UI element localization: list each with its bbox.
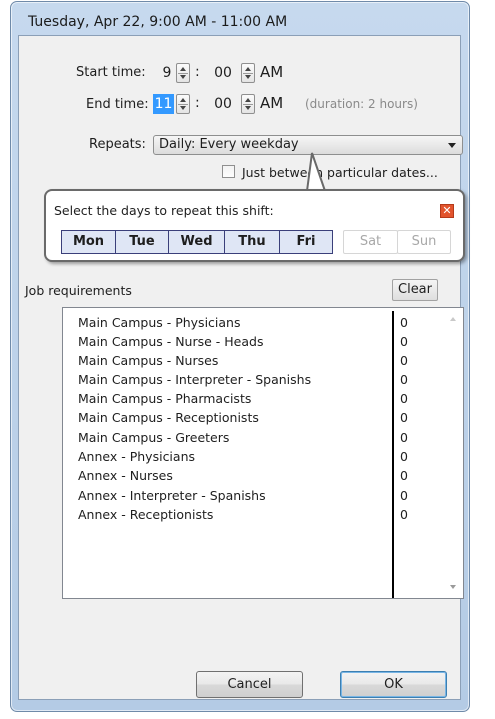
chevron-down-icon xyxy=(448,143,456,148)
list-item[interactable]: Annex - Interpreter - Spanishs 0 xyxy=(78,486,408,505)
start-minute-field[interactable]: 00 xyxy=(211,63,235,83)
list-item[interactable]: Main Campus - Pharmacists 0 xyxy=(78,389,408,408)
end-ampm[interactable]: AM xyxy=(260,94,283,112)
day-thu[interactable]: Thu xyxy=(224,230,280,254)
list-item[interactable]: Main Campus - Nurse - Heads 0 xyxy=(78,332,408,351)
cancel-button[interactable]: Cancel xyxy=(196,671,303,698)
list-scrollbar[interactable] xyxy=(445,309,462,597)
end-time-separator: : xyxy=(195,95,200,111)
end-time-label: End time: xyxy=(86,97,149,112)
spin-down-icon xyxy=(245,75,251,79)
repeats-label: Repeats: xyxy=(89,137,146,152)
list-item[interactable]: Annex - Physicians 0 xyxy=(78,447,408,466)
end-hour-field[interactable]: 11 xyxy=(153,94,174,114)
duration-text: (duration: 2 hours) xyxy=(305,97,418,111)
spin-down-icon xyxy=(180,106,186,110)
list-item[interactable]: Main Campus - Physicians 0 xyxy=(78,313,408,332)
ok-button[interactable]: OK xyxy=(340,671,447,698)
end-minute-spinner[interactable] xyxy=(241,94,255,114)
end-minute-field[interactable]: 00 xyxy=(211,94,235,114)
start-minute-spinner[interactable] xyxy=(241,63,255,83)
spin-down-icon xyxy=(180,75,186,79)
job-requirements-label: Job requirements xyxy=(25,283,132,298)
start-time-label: Start time: xyxy=(76,65,146,80)
popup-pointer xyxy=(306,152,326,192)
spin-up-icon xyxy=(245,67,251,71)
spin-down-icon xyxy=(245,106,251,110)
spin-up-icon xyxy=(245,98,251,102)
list-item[interactable]: Main Campus - Receptionists 0 xyxy=(78,408,408,427)
close-icon[interactable]: ✕ xyxy=(440,204,454,218)
day-wed[interactable]: Wed xyxy=(168,230,225,254)
day-fri[interactable]: Fri xyxy=(279,230,333,254)
start-ampm[interactable]: AM xyxy=(260,63,283,81)
scroll-up-icon[interactable] xyxy=(450,317,456,321)
list-item[interactable]: Annex - Nurses 0 xyxy=(78,466,408,485)
spin-up-icon xyxy=(180,67,186,71)
day-mon[interactable]: Mon xyxy=(61,230,116,254)
window-title: Tuesday, Apr 22, 9:00 AM - 11:00 AM xyxy=(28,14,288,30)
start-hour-spinner[interactable] xyxy=(176,63,190,83)
days-popup-prompt: Select the days to repeat this shift: xyxy=(54,203,274,218)
day-sun[interactable]: Sun xyxy=(397,230,451,254)
job-requirements-list[interactable]: Main Campus - Physicians 0 Main Campus - … xyxy=(62,307,464,599)
scroll-down-icon[interactable] xyxy=(450,585,456,589)
spin-up-icon xyxy=(180,98,186,102)
start-hour-field[interactable]: 9 xyxy=(160,63,174,83)
list-item[interactable]: Main Campus - Interpreter - Spanishs 0 xyxy=(78,370,408,389)
day-sat[interactable]: Sat xyxy=(343,230,398,254)
list-item[interactable]: Main Campus - Greeters 0 xyxy=(78,428,408,447)
day-tue[interactable]: Tue xyxy=(115,230,169,254)
days-popup: Select the days to repeat this shift: ✕ … xyxy=(44,189,465,262)
repeats-value: Daily: Every weekday xyxy=(159,137,299,152)
end-hour-spinner[interactable] xyxy=(176,94,190,114)
clear-button[interactable]: Clear xyxy=(392,279,438,301)
day-selector: Mon Tue Wed Thu Fri Sat Sun xyxy=(61,230,451,254)
between-dates-label[interactable]: Just between particular dates... xyxy=(242,165,438,180)
start-time-separator: : xyxy=(195,64,200,80)
list-item[interactable]: Main Campus - Nurses 0 xyxy=(78,351,408,370)
list-item[interactable]: Annex - Receptionists 0 xyxy=(78,505,408,524)
between-dates-checkbox[interactable] xyxy=(222,165,235,178)
column-divider xyxy=(392,311,394,598)
